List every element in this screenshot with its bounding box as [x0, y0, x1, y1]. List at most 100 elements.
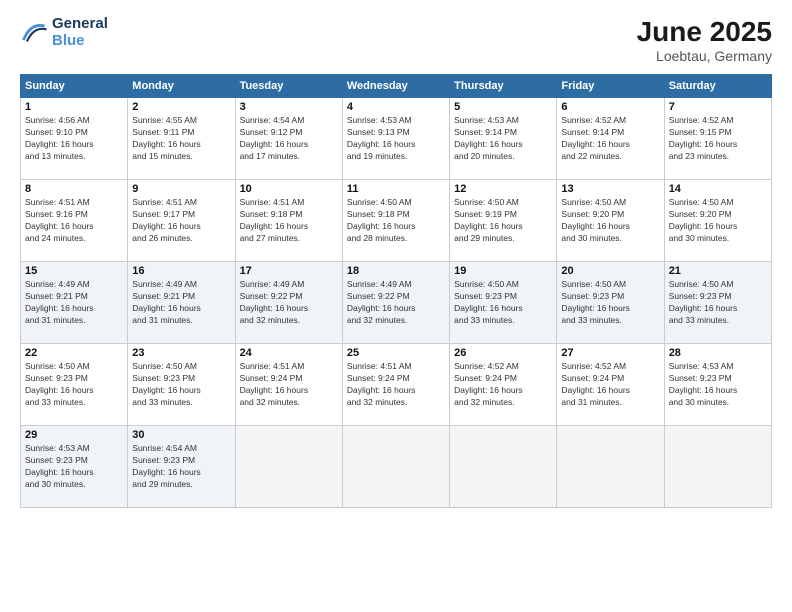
day-info: Sunrise: 4:51 AMSunset: 9:24 PMDaylight:…: [347, 361, 445, 409]
day-number: 14: [669, 183, 767, 195]
day-number: 8: [25, 183, 123, 195]
day-number: 27: [561, 347, 659, 359]
day-number: 3: [240, 101, 338, 113]
header-sunday: Sunday: [21, 75, 128, 98]
day-20: 20 Sunrise: 4:50 AMSunset: 9:23 PMDayligh…: [557, 262, 664, 344]
day-number: 2: [132, 101, 230, 113]
day-info: Sunrise: 4:54 AMSunset: 9:12 PMDaylight:…: [240, 115, 338, 163]
header-thursday: Thursday: [450, 75, 557, 98]
header-tuesday: Tuesday: [235, 75, 342, 98]
day-number: 16: [132, 265, 230, 277]
calendar-table: Sunday Monday Tuesday Wednesday Thursday…: [20, 74, 772, 508]
header-saturday: Saturday: [664, 75, 771, 98]
day-number: 29: [25, 429, 123, 441]
day-number: 23: [132, 347, 230, 359]
logo-icon: [20, 19, 48, 47]
day-empty: [342, 426, 449, 508]
day-info: Sunrise: 4:54 AMSunset: 9:23 PMDaylight:…: [132, 443, 230, 491]
day-13: 13 Sunrise: 4:50 AMSunset: 9:20 PMDayligh…: [557, 180, 664, 262]
day-empty: [450, 426, 557, 508]
day-info: Sunrise: 4:53 AMSunset: 9:23 PMDaylight:…: [25, 443, 123, 491]
day-info: Sunrise: 4:53 AMSunset: 9:23 PMDaylight:…: [669, 361, 767, 409]
month-title: June 2025: [637, 16, 772, 48]
day-6: 6Sunrise: 4:52 AMSunset: 9:14 PMDaylight…: [557, 98, 664, 180]
day-info: Sunrise: 4:53 AMSunset: 9:13 PMDaylight:…: [347, 115, 445, 163]
day-10: 10Sunrise: 4:51 AMSunset: 9:18 PMDayligh…: [235, 180, 342, 262]
day-18: 18 Sunrise: 4:49 AMSunset: 9:22 PMDayligh…: [342, 262, 449, 344]
day-number: 5: [454, 101, 552, 113]
day-empty: [235, 426, 342, 508]
day-15: 15 Sunrise: 4:49 AMSunset: 9:21 PMDayligh…: [21, 262, 128, 344]
day-number: 28: [669, 347, 767, 359]
day-info: Sunrise: 4:49 AMSunset: 9:21 PMDaylight:…: [132, 279, 230, 327]
day-21: 21 Sunrise: 4:50 AMSunset: 9:23 PMDayligh…: [664, 262, 771, 344]
day-number: 17: [240, 265, 338, 277]
day-number: 20: [561, 265, 659, 277]
day-11: 11 Sunrise: 4:50 AMSunset: 9:18 PMDayligh…: [342, 180, 449, 262]
day-27: 27 Sunrise: 4:52 AMSunset: 9:24 PMDayligh…: [557, 344, 664, 426]
day-16: 16 Sunrise: 4:49 AMSunset: 9:21 PMDayligh…: [128, 262, 235, 344]
day-number: 26: [454, 347, 552, 359]
day-info: Sunrise: 4:49 AMSunset: 9:22 PMDaylight:…: [347, 279, 445, 327]
day-3: 3 Sunrise: 4:54 AMSunset: 9:12 PMDaylight…: [235, 98, 342, 180]
day-info: Sunrise: 4:50 AMSunset: 9:18 PMDaylight:…: [347, 197, 445, 245]
day-number: 24: [240, 347, 338, 359]
day-number: 11: [347, 183, 445, 195]
day-info: Sunrise: 4:55 AMSunset: 9:11 PMDaylight:…: [132, 115, 230, 163]
day-info: Sunrise: 4:50 AMSunset: 9:23 PMDaylight:…: [669, 279, 767, 327]
calendar-week-4: 22Sunrise: 4:50 AMSunset: 9:23 PMDayligh…: [21, 344, 772, 426]
logo: General Blue: [20, 16, 108, 49]
day-number: 15: [25, 265, 123, 277]
day-22: 22Sunrise: 4:50 AMSunset: 9:23 PMDayligh…: [21, 344, 128, 426]
day-info: Sunrise: 4:50 AMSunset: 9:23 PMDaylight:…: [454, 279, 552, 327]
day-info: Sunrise: 4:50 AMSunset: 9:23 PMDaylight:…: [25, 361, 123, 409]
day-number: 4: [347, 101, 445, 113]
day-info: Sunrise: 4:52 AMSunset: 9:24 PMDaylight:…: [561, 361, 659, 409]
day-number: 21: [669, 265, 767, 277]
calendar-week-5: 29 Sunrise: 4:53 AMSunset: 9:23 PMDayligh…: [21, 426, 772, 508]
location-subtitle: Loebtau, Germany: [637, 48, 772, 64]
day-info: Sunrise: 4:49 AMSunset: 9:21 PMDaylight:…: [25, 279, 123, 327]
day-23: 23Sunrise: 4:50 AMSunset: 9:23 PMDayligh…: [128, 344, 235, 426]
header: General Blue June 2025 Loebtau, Germany: [20, 16, 772, 64]
header-monday: Monday: [128, 75, 235, 98]
day-9: 9Sunrise: 4:51 AMSunset: 9:17 PMDaylight…: [128, 180, 235, 262]
day-info: Sunrise: 4:49 AMSunset: 9:22 PMDaylight:…: [240, 279, 338, 327]
day-12: 12 Sunrise: 4:50 AMSunset: 9:19 PMDayligh…: [450, 180, 557, 262]
day-info: Sunrise: 4:56 AMSunset: 9:10 PMDaylight:…: [25, 115, 123, 163]
day-number: 18: [347, 265, 445, 277]
day-number: 12: [454, 183, 552, 195]
day-info: Sunrise: 4:51 AMSunset: 9:18 PMDaylight:…: [240, 197, 338, 245]
calendar-week-1: 1 Sunrise: 4:56 AMSunset: 9:10 PMDaylight…: [21, 98, 772, 180]
day-number: 13: [561, 183, 659, 195]
day-info: Sunrise: 4:50 AMSunset: 9:20 PMDaylight:…: [561, 197, 659, 245]
day-8: 8 Sunrise: 4:51 AMSunset: 9:16 PMDaylight…: [21, 180, 128, 262]
day-info: Sunrise: 4:50 AMSunset: 9:19 PMDaylight:…: [454, 197, 552, 245]
day-number: 1: [25, 101, 123, 113]
day-info: Sunrise: 4:50 AMSunset: 9:23 PMDaylight:…: [561, 279, 659, 327]
header-friday: Friday: [557, 75, 664, 98]
day-7: 7Sunrise: 4:52 AMSunset: 9:15 PMDaylight…: [664, 98, 771, 180]
calendar-header-row: Sunday Monday Tuesday Wednesday Thursday…: [21, 75, 772, 98]
day-number: 25: [347, 347, 445, 359]
calendar-week-2: 8 Sunrise: 4:51 AMSunset: 9:16 PMDaylight…: [21, 180, 772, 262]
day-28: 28 Sunrise: 4:53 AMSunset: 9:23 PMDayligh…: [664, 344, 771, 426]
day-info: Sunrise: 4:51 AMSunset: 9:17 PMDaylight:…: [132, 197, 230, 245]
day-2: 2 Sunrise: 4:55 AMSunset: 9:11 PMDaylight…: [128, 98, 235, 180]
day-empty: [664, 426, 771, 508]
day-5: 5 Sunrise: 4:53 AMSunset: 9:14 PMDaylight…: [450, 98, 557, 180]
day-14: 14Sunrise: 4:50 AMSunset: 9:20 PMDayligh…: [664, 180, 771, 262]
calendar-week-3: 15 Sunrise: 4:49 AMSunset: 9:21 PMDayligh…: [21, 262, 772, 344]
day-info: Sunrise: 4:51 AMSunset: 9:16 PMDaylight:…: [25, 197, 123, 245]
day-30: 30 Sunrise: 4:54 AMSunset: 9:23 PMDayligh…: [128, 426, 235, 508]
calendar-page: General Blue June 2025 Loebtau, Germany …: [0, 0, 792, 612]
day-info: Sunrise: 4:51 AMSunset: 9:24 PMDaylight:…: [240, 361, 338, 409]
day-number: 19: [454, 265, 552, 277]
day-24: 24 Sunrise: 4:51 AMSunset: 9:24 PMDayligh…: [235, 344, 342, 426]
day-4: 4 Sunrise: 4:53 AMSunset: 9:13 PMDaylight…: [342, 98, 449, 180]
day-29: 29 Sunrise: 4:53 AMSunset: 9:23 PMDayligh…: [21, 426, 128, 508]
day-info: Sunrise: 4:53 AMSunset: 9:14 PMDaylight:…: [454, 115, 552, 163]
day-number: 6: [561, 101, 659, 113]
title-block: June 2025 Loebtau, Germany: [637, 16, 772, 64]
day-number: 30: [132, 429, 230, 441]
